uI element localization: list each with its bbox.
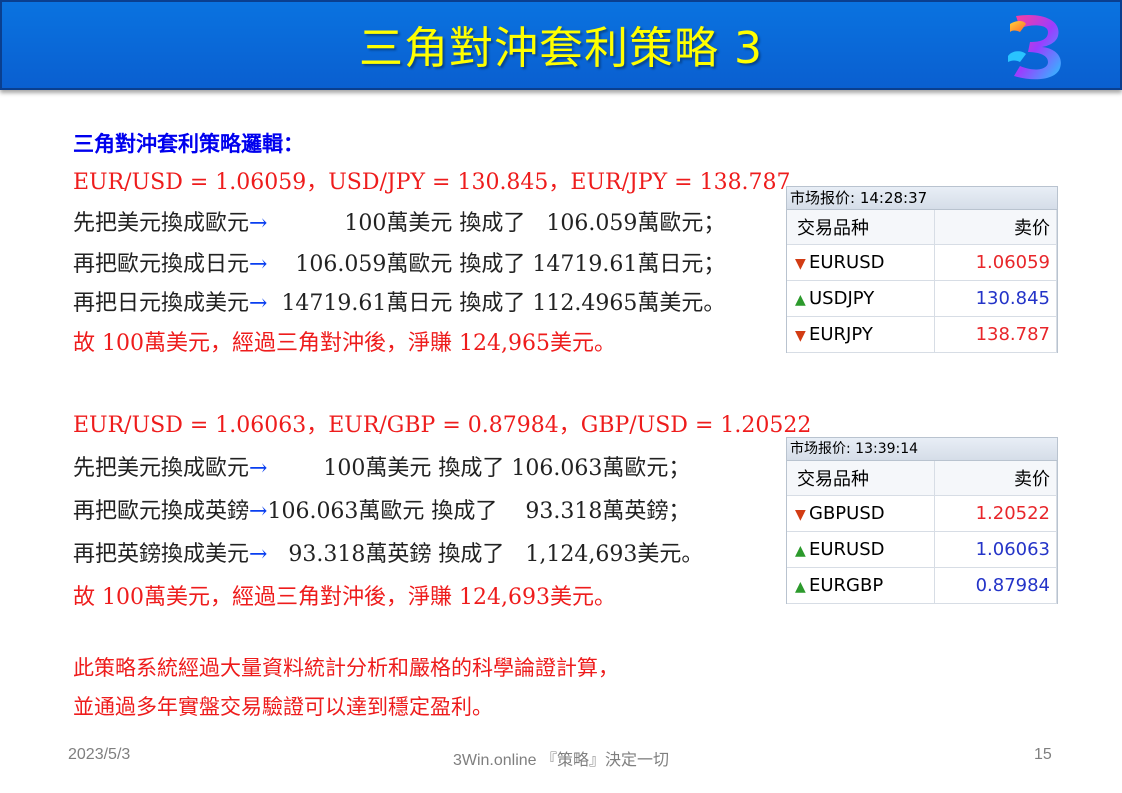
rates-line-2: EUR/USD = 1.06063，EUR/GBP = 0.87984，GBP/… — [73, 413, 812, 438]
brand-logo-icon — [1008, 14, 1061, 80]
market-quote-panel-2: 市场报价: 13:39:14 交易品种 卖价 ▼ GBPUSD 1.20522 ▲… — [786, 437, 1058, 604]
arrow-up-icon: ▲ — [795, 292, 806, 308]
symbol-name: EURJPY — [809, 324, 873, 345]
arrow-up-icon: ▲ — [795, 543, 806, 559]
step-body: 106.059萬歐元 換成了 14719.61萬日元； — [267, 252, 726, 277]
bid-price: 1.06063 — [934, 531, 1058, 568]
bid-price: 138.787 — [934, 316, 1058, 353]
step-lead: 再把英鎊換成美元 — [73, 542, 250, 567]
arrow-down-icon: ▼ — [795, 328, 806, 344]
arrow-down-icon: ▼ — [795, 256, 806, 272]
step-line: 再把歐元換成英鎊→106.063萬歐元 換成了 93.318萬英鎊； — [73, 498, 690, 526]
page-title: 三角對沖套利策略 3 — [359, 23, 763, 74]
quote-table: 交易品种 卖价 ▼ EURUSD 1.06059 ▲ USDJPY 130.845 … — [787, 210, 1058, 353]
bid-price: 130.845 — [934, 280, 1058, 317]
footer-center-text: 3Win.online 『策略』決定一切 — [452, 752, 670, 769]
step-line: 再把歐元換成日元→ 106.059萬歐元 換成了 14719.61萬日元； — [73, 251, 725, 279]
step-lead: 再把日元換成美元 — [73, 291, 250, 316]
bid-price: 1.06059 — [934, 244, 1058, 281]
arrow-right-icon: → — [249, 542, 268, 567]
arrow-down-icon: ▼ — [795, 507, 806, 523]
step-lead: 再把歐元換成英鎊 — [73, 499, 250, 524]
arrow-right-icon: → — [249, 456, 268, 481]
table-row[interactable]: ▲ EURGBP 0.87984 — [787, 567, 1058, 604]
closing-line-2: 並通過多年實盤交易驗證可以達到穩定盈利。 — [73, 695, 493, 719]
column-header-symbol: 交易品种 — [787, 461, 935, 496]
step-line: 先把美元換成歐元→ 100萬美元 換成了 106.059萬歐元； — [73, 210, 725, 238]
step-lead: 再把歐元換成日元 — [73, 252, 250, 277]
step-line: 先把美元換成歐元→ 100萬美元 換成了 106.063萬歐元； — [73, 455, 690, 483]
table-row[interactable]: ▼ EURJPY 138.787 — [787, 316, 1058, 353]
quote-table: 交易品种 卖价 ▼ GBPUSD 1.20522 ▲ EURUSD 1.06063 … — [787, 461, 1058, 604]
bid-price: 1.20522 — [934, 495, 1058, 532]
step-lead: 先把美元換成歐元 — [73, 456, 250, 481]
symbol-name: EURGBP — [809, 575, 884, 596]
step-body: 100萬美元 換成了 106.059萬歐元； — [267, 211, 726, 236]
symbol-name: EURUSD — [809, 539, 885, 560]
step-body: 106.063萬歐元 換成了 93.318萬英鎊； — [267, 499, 691, 524]
step-body: 100萬美元 換成了 106.063萬歐元； — [267, 456, 691, 481]
step-line: 再把日元換成美元→ 14719.61萬日元 換成了 112.4965萬美元。 — [73, 290, 725, 318]
quote-panel-header: 市场报价: 14:28:37 — [787, 187, 1057, 210]
quote-panel-header: 市场报价: 13:39:14 — [787, 438, 1057, 461]
title-bar: 三角對沖套利策略 3 — [0, 0, 1122, 90]
step-body: 14719.61萬日元 換成了 112.4965萬美元。 — [267, 291, 726, 316]
step-lead: 先把美元換成歐元 — [73, 211, 250, 236]
page-number: 15 — [1034, 746, 1052, 763]
symbol-name: GBPUSD — [809, 503, 885, 524]
table-row[interactable]: ▲ USDJPY 130.845 — [787, 280, 1058, 317]
symbol-name: EURUSD — [809, 252, 885, 273]
rates-line-1: EUR/USD = 1.06059，USD/JPY = 130.845，EUR/… — [73, 170, 791, 195]
table-row[interactable]: ▲ EURUSD 1.06063 — [787, 531, 1058, 568]
arrow-right-icon: → — [249, 499, 268, 524]
arrow-right-icon: → — [249, 252, 268, 277]
column-header-bid: 卖价 — [934, 461, 1058, 496]
arrow-right-icon: → — [249, 211, 268, 236]
step-line: 再把英鎊換成美元→ 93.318萬英鎊 換成了 1,124,693美元。 — [73, 541, 703, 569]
arrow-up-icon: ▲ — [795, 579, 806, 595]
strategy-heading: 三角對沖套利策略邏輯： — [73, 131, 304, 156]
bid-price: 0.87984 — [934, 567, 1058, 604]
arrow-right-icon: → — [249, 291, 268, 316]
market-quote-panel-1: 市场报价: 14:28:37 交易品种 卖价 ▼ EURUSD 1.06059 ▲… — [786, 186, 1058, 353]
closing-line-1: 此策略系統經過大量資料統計分析和嚴格的科學論證計算， — [73, 656, 619, 680]
symbol-name: USDJPY — [809, 288, 875, 309]
table-row[interactable]: ▼ EURUSD 1.06059 — [787, 244, 1058, 281]
column-header-bid: 卖价 — [934, 210, 1058, 245]
conclusion-line-2: 故 100萬美元，經過三角對沖後，淨賺 124,693美元。 — [73, 585, 616, 610]
conclusion-line-1: 故 100萬美元，經過三角對沖後，淨賺 124,965美元。 — [73, 331, 616, 356]
step-body: 93.318萬英鎊 換成了 1,124,693美元。 — [267, 542, 704, 567]
column-header-symbol: 交易品种 — [787, 210, 935, 245]
table-row[interactable]: ▼ GBPUSD 1.20522 — [787, 495, 1058, 532]
